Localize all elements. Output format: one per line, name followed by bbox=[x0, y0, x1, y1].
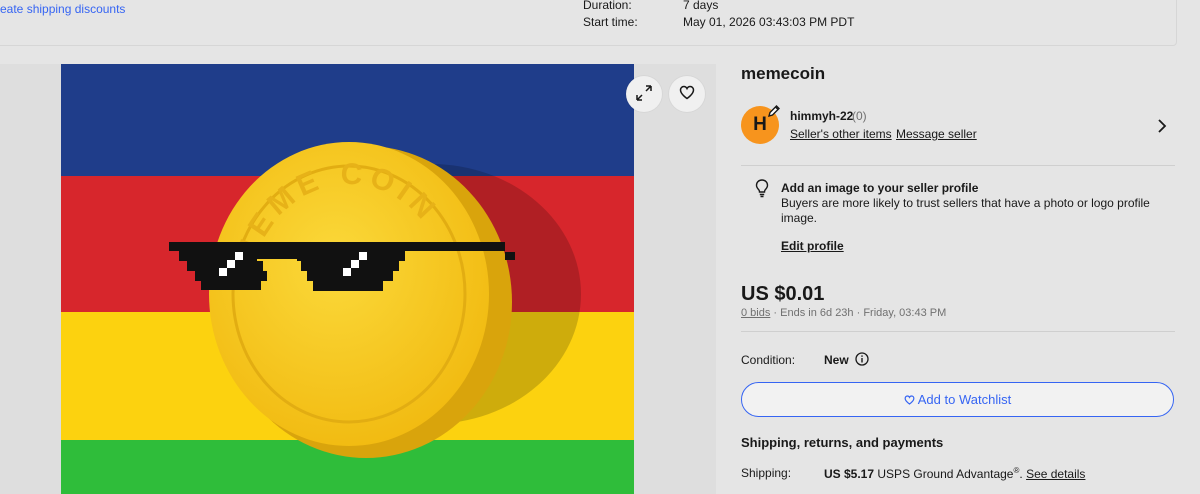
seller-name[interactable]: himmyh-22 bbox=[790, 109, 853, 123]
edit-profile-link[interactable]: Edit profile bbox=[781, 239, 844, 253]
see-details-link[interactable]: See details bbox=[1026, 467, 1085, 481]
chevron-right-icon[interactable] bbox=[1157, 118, 1167, 139]
seller-divider bbox=[741, 165, 1175, 166]
heart-icon bbox=[679, 85, 695, 103]
registered-mark: ® bbox=[1013, 466, 1020, 475]
item-price: US $0.01 bbox=[741, 283, 825, 305]
heart-icon bbox=[904, 394, 915, 405]
watchlist-label: Add to Watchlist bbox=[917, 392, 1012, 407]
price-divider bbox=[741, 331, 1175, 332]
expand-image-button[interactable] bbox=[626, 76, 662, 112]
auction-ends: Ends in 6d 23h · Friday, 03:43 PM bbox=[780, 307, 947, 319]
profile-tip-title: Add an image to your seller profile bbox=[781, 181, 979, 195]
shipping-label: Shipping: bbox=[741, 466, 792, 480]
duration-label: Duration: bbox=[583, 0, 632, 12]
add-to-watchlist-button[interactable]: Add to Watchlist bbox=[741, 382, 1174, 417]
expand-icon bbox=[635, 84, 653, 105]
duration-value: 7 days bbox=[683, 0, 719, 12]
item-title: memecoin bbox=[741, 64, 826, 83]
bids-row: 0 bids · Ends in 6d 23h · Friday, 03:43 … bbox=[741, 307, 946, 319]
bids-link[interactable]: 0 bids bbox=[741, 307, 770, 319]
profile-tip-body: Buyers are more likely to trust sellers … bbox=[781, 196, 1150, 225]
avatar-letter: H bbox=[753, 114, 767, 135]
condition-label: Condition: bbox=[741, 353, 796, 367]
shipping-service: USPS Ground Advantage bbox=[877, 467, 1014, 481]
start-time-label: Start time: bbox=[583, 15, 638, 29]
favorite-button[interactable] bbox=[669, 76, 705, 112]
start-time-value: May 01, 2026 03:43:03 PM PDT bbox=[683, 15, 855, 29]
info-icon[interactable] bbox=[855, 352, 869, 371]
message-seller-link[interactable]: Message seller bbox=[896, 127, 977, 141]
seller-other-items-link[interactable]: Seller's other items bbox=[790, 127, 892, 141]
seller-feedback-score: (0) bbox=[852, 109, 867, 123]
create-shipping-discounts-link[interactable]: eate shipping discounts bbox=[0, 2, 125, 16]
condition-value: New bbox=[824, 353, 849, 367]
pencil-icon[interactable] bbox=[767, 104, 781, 123]
lightbulb-icon bbox=[754, 178, 770, 203]
item-image[interactable]: MEME COIN bbox=[61, 64, 634, 494]
shipping-heading: Shipping, returns, and payments bbox=[741, 435, 944, 450]
memecoin-image: MEME COIN bbox=[61, 64, 634, 494]
shipping-value: US $5.17 USPS Ground Advantage®. See det… bbox=[824, 466, 1086, 481]
shipping-amount: US $5.17 bbox=[824, 467, 875, 481]
